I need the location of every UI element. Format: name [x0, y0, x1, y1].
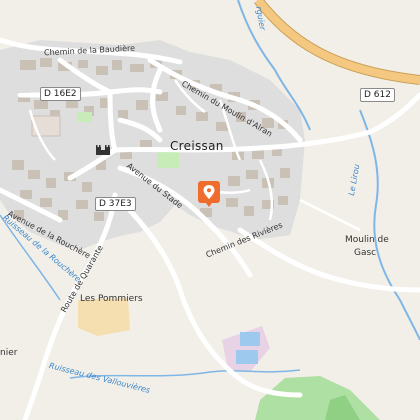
map-pin-icon[interactable] — [197, 180, 221, 208]
residential-area — [0, 40, 305, 250]
road-shield: D 16E2 — [40, 87, 81, 101]
map-view[interactable]: Creissan Les Pommiers Moulin de Gasc nie… — [0, 0, 420, 420]
stream-le-lirou — [359, 109, 420, 341]
road-shield: D 37E3 — [95, 197, 136, 211]
vineyard-area — [255, 376, 380, 420]
map-canvas — [0, 0, 420, 420]
park-area — [78, 112, 92, 122]
place-label: Gasc — [354, 248, 377, 258]
place-label: Moulin de — [345, 235, 389, 245]
highway-d612 — [254, 0, 420, 85]
road-shield: D 612 — [360, 88, 395, 102]
water-basin — [240, 332, 260, 346]
place-label: Les Pommiers — [80, 294, 143, 304]
place-label: nier — [0, 348, 18, 358]
park-area — [157, 152, 179, 168]
water-basin — [236, 350, 258, 364]
town-label: Creissan — [170, 139, 224, 153]
